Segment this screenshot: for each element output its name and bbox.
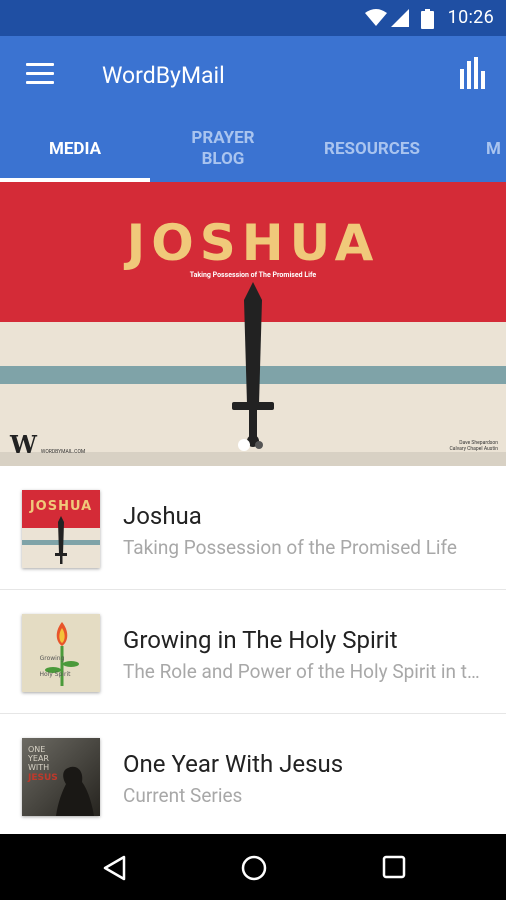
svg-text:JOSHUA: JOSHUA (29, 499, 92, 514)
series-thumbnail: ONE YEAR WITH JESUS (22, 738, 100, 816)
series-thumbnail: Growing Holy Spirit (22, 614, 100, 692)
logo-letter: W (10, 430, 37, 459)
tab-prayer-blog-label: PRAYER BLOG (191, 128, 255, 169)
battery-icon (421, 9, 434, 29)
app-title: WordByMail (102, 62, 225, 89)
tab-resources[interactable]: RESOURCES (296, 116, 448, 182)
svg-text:ONE: ONE (28, 745, 45, 754)
carousel-dot-active[interactable] (238, 439, 250, 451)
wordbymail-logo: W WORDBYMAIL.COM (10, 430, 85, 459)
media-list: JOSHUA Joshua Taking Possession of the P… (0, 466, 506, 838)
tab-resources-label: RESOURCES (324, 138, 420, 159)
status-bar: 10:26 (0, 0, 506, 36)
tab-media-label: MEDIA (48, 138, 102, 159)
banner-title: JOSHUA (126, 214, 380, 272)
menu-icon[interactable] (26, 63, 54, 85)
series-thumbnail: JOSHUA (22, 490, 100, 568)
system-nav-bar (0, 834, 506, 900)
svg-text:JESUS: JESUS (27, 773, 58, 783)
series-subtitle: Current Series (123, 784, 243, 807)
list-item[interactable]: JOSHUA Joshua Taking Possession of the P… (0, 466, 506, 590)
recents-icon[interactable] (382, 855, 406, 879)
credit-church: Calvary Chapel Austin (449, 446, 498, 452)
list-item[interactable]: ONE YEAR WITH JESUS One Year With Jesus … (0, 714, 506, 838)
logo-url: WORDBYMAIL.COM (40, 449, 86, 455)
series-title: Growing in The Holy Spirit (123, 626, 398, 654)
banner-credits: Dave Shepardson Calvary Chapel Austin (450, 440, 498, 452)
svg-text:Holy Spirit: Holy Spirit (39, 671, 71, 678)
status-time: 10:26 (447, 7, 494, 28)
tab-prayer-blog[interactable]: PRAYER BLOG (150, 116, 296, 182)
banner-subtitle: Taking Possession of The Promised Life (189, 271, 317, 279)
tab-media[interactable]: MEDIA (0, 116, 150, 182)
svg-text:Growing: Growing (40, 655, 65, 662)
signal-icon (391, 9, 409, 27)
carousel-dot[interactable] (254, 441, 263, 449)
tab-bar: MEDIA PRAYER BLOG RESOURCES M (0, 116, 506, 182)
series-title: Joshua (123, 502, 202, 530)
series-subtitle: The Role and Power of the Holy Spirit in… (123, 660, 488, 683)
back-icon[interactable] (102, 855, 126, 881)
svg-text:WITH: WITH (28, 763, 49, 772)
bar-chart-icon[interactable] (458, 57, 488, 89)
list-item[interactable]: Growing Holy Spirit Growing in The Holy … (0, 590, 506, 714)
series-title: One Year With Jesus (123, 750, 344, 778)
wifi-icon (365, 9, 387, 26)
tab-more-label: M (486, 138, 501, 159)
featured-banner[interactable]: JOSHUA Taking Possession of The Promised… (0, 182, 506, 466)
home-icon[interactable] (241, 855, 267, 881)
tab-more-partial[interactable]: M (486, 116, 506, 182)
app-bar: WordByMail (0, 36, 506, 116)
series-subtitle: Taking Possession of the Promised Life (123, 536, 458, 559)
svg-text:YEAR: YEAR (27, 754, 49, 763)
carousel-dots (238, 436, 263, 455)
